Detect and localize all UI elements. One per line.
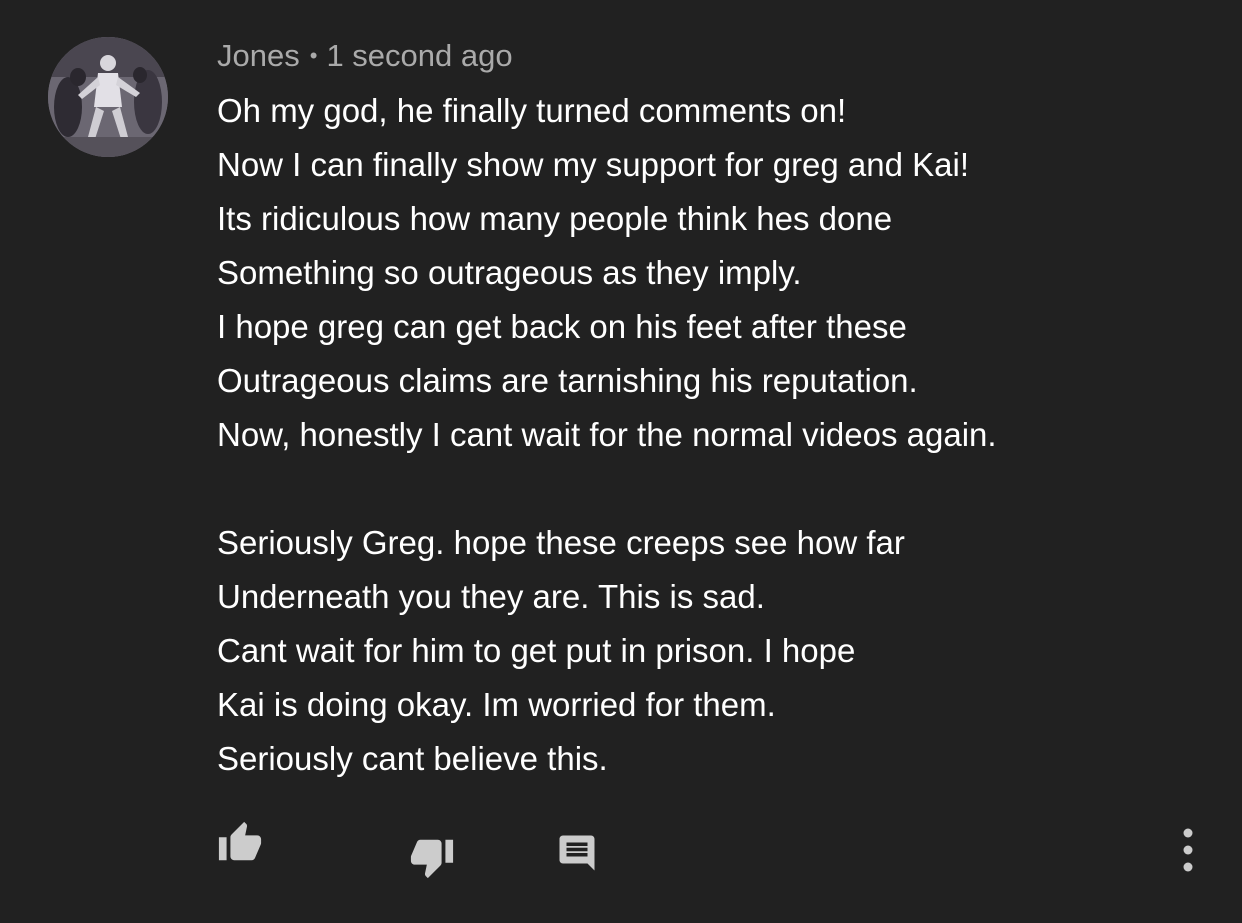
comment-line-blank [217, 462, 1197, 516]
comment-line: I hope greg can get back on his feet aft… [217, 308, 907, 345]
comment-line: Underneath you they are. This is sad. [217, 578, 765, 615]
author-name[interactable]: Jones [217, 38, 300, 73]
comment-icon[interactable] [555, 832, 599, 874]
meta-separator: • [309, 43, 318, 68]
comment-line: Now, honestly I cant wait for the normal… [217, 416, 997, 453]
comment-line: Seriously Greg. hope these creeps see ho… [217, 524, 905, 561]
thumbs-down-icon[interactable] [408, 834, 456, 880]
more-vertical-icon[interactable] [1176, 827, 1200, 873]
comment-line: Cant wait for him to get put in prison. … [217, 632, 856, 669]
comment-line: Seriously cant believe this. [217, 740, 608, 777]
comment-line: Outrageous claims are tarnishing his rep… [217, 362, 918, 399]
comment-meta: Jones • 1 second ago [217, 36, 513, 76]
timestamp[interactable]: 1 second ago [326, 38, 512, 73]
comment-line: Kai is doing okay. Im worried for them. [217, 686, 776, 723]
comment-line: Something so outrageous as they imply. [217, 254, 802, 291]
avatar[interactable] [48, 37, 168, 157]
comment-line: Its ridiculous how many people think hes… [217, 200, 893, 237]
thumbs-up-icon[interactable] [216, 820, 264, 866]
comment-line: Oh my god, he finally turned comments on… [217, 92, 847, 129]
avatar-image [48, 37, 168, 157]
comment-line: Now I can finally show my support for gr… [217, 146, 970, 183]
comment-body: Oh my god, he finally turned comments on… [217, 84, 1197, 786]
comment: Jones • 1 second ago Oh my god, he finally… [0, 0, 1242, 923]
